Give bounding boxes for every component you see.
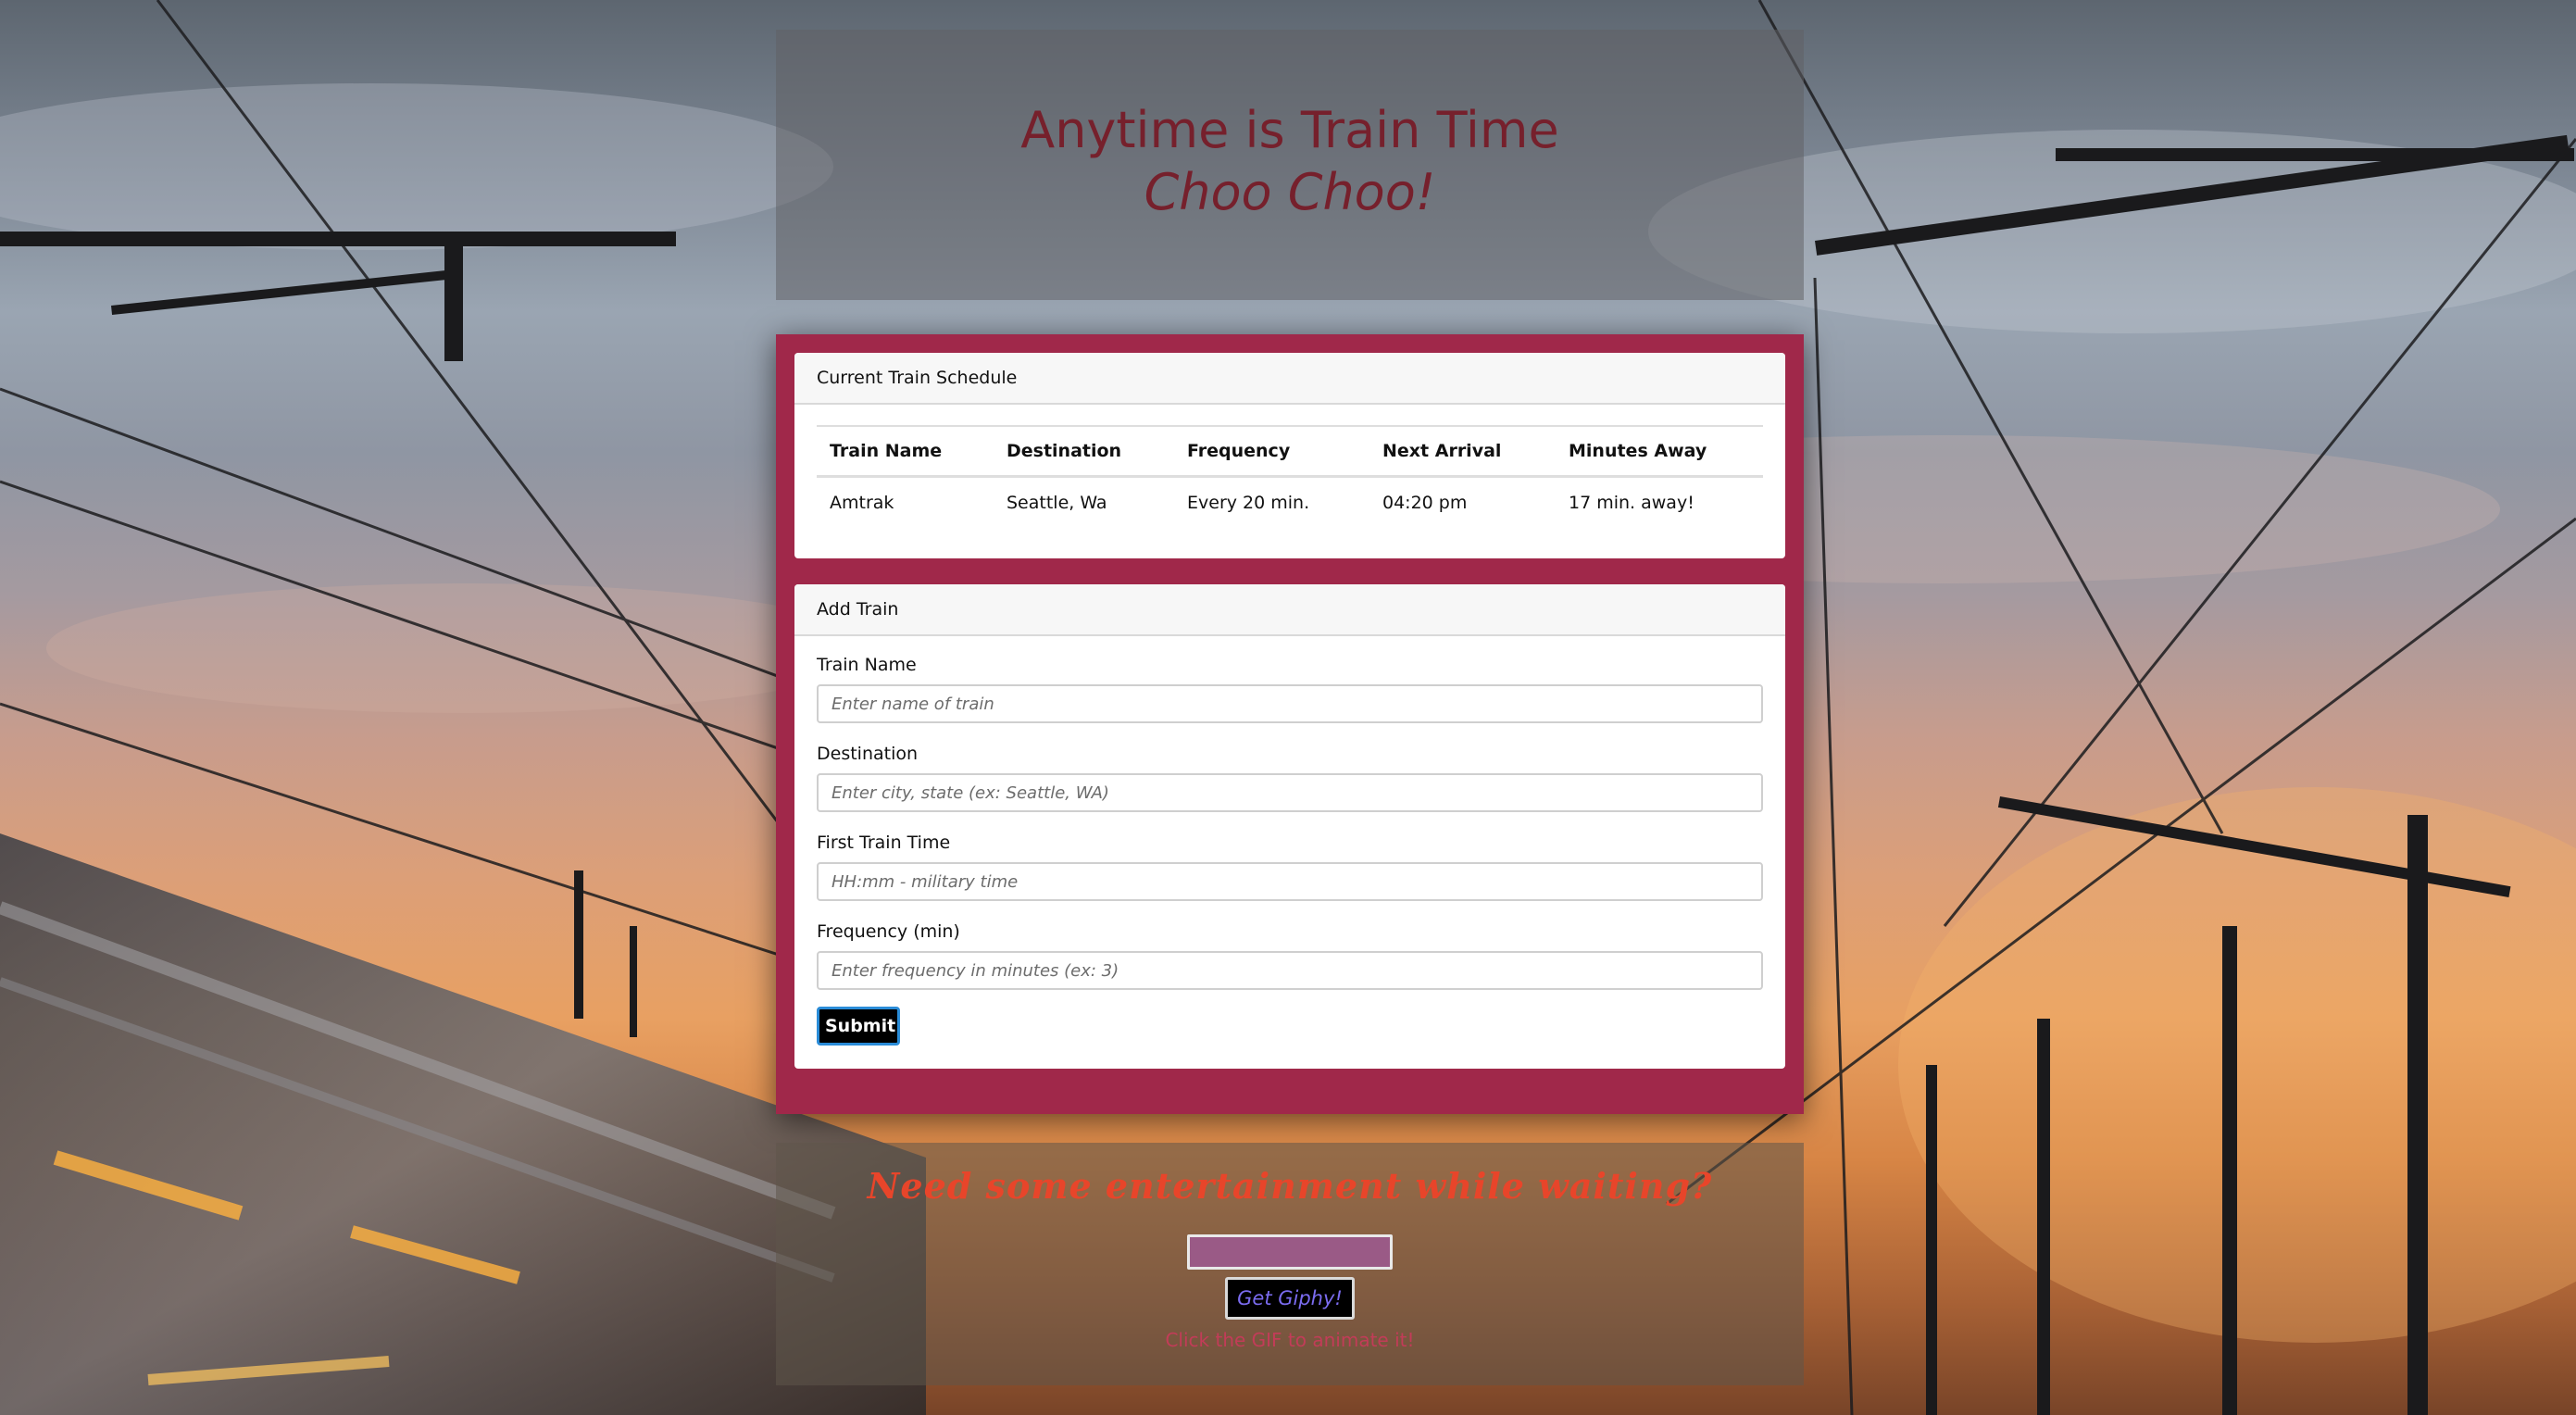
giphy-heading: Need some entertainment while waiting? — [867, 1165, 1713, 1207]
column-header-destination: Destination — [994, 425, 1174, 478]
destination-label: Destination — [817, 744, 919, 764]
column-header-train-name: Train Name — [817, 425, 994, 478]
add-train-card: Add Train Train Name Destination First T… — [794, 584, 1785, 1069]
column-header-next-arrival: Next Arrival — [1369, 425, 1556, 478]
schedule-table: Train Name Destination Frequency Next Ar… — [817, 425, 1763, 528]
first-train-time-label: First Train Time — [817, 833, 951, 853]
header-jumbotron: Anytime is Train Time Choo Choo! — [776, 30, 1804, 300]
giphy-hint: Click the GIF to animate it! — [1165, 1329, 1415, 1351]
submit-button[interactable]: Submit — [817, 1007, 900, 1046]
get-giphy-button[interactable]: Get Giphy! — [1225, 1277, 1355, 1320]
train-name-input[interactable] — [817, 684, 1763, 723]
column-header-minutes-away: Minutes Away — [1556, 425, 1763, 478]
giphy-search-input[interactable] — [1187, 1234, 1393, 1270]
add-train-form: Train Name Destination First Train Time … — [817, 653, 1763, 1046]
frequency-cell: Every 20 min. — [1187, 493, 1310, 513]
page-title: Anytime is Train Time — [1020, 101, 1559, 159]
table-row: Amtrak Seattle, Wa Every 20 min. 04:20 p… — [817, 477, 1763, 529]
train-name-label: Train Name — [817, 655, 917, 675]
minutes-away-cell: 17 min. away! — [1569, 493, 1694, 513]
giphy-section: Need some entertainment while waiting? G… — [776, 1143, 1804, 1385]
schedule-card-header: Current Train Schedule — [794, 353, 1785, 405]
destination-input[interactable] — [817, 773, 1763, 812]
page-subtitle: Choo Choo! — [1144, 163, 1436, 222]
next-arrival-cell: 04:20 pm — [1382, 493, 1468, 513]
destination-cell: Seattle, Wa — [1007, 493, 1107, 513]
train-name-cell: Amtrak — [830, 493, 894, 513]
frequency-input[interactable] — [817, 951, 1763, 990]
frequency-label: Frequency (min) — [817, 921, 960, 942]
add-train-card-header: Add Train — [794, 584, 1785, 636]
schedule-card: Current Train Schedule Train Name Destin… — [794, 353, 1785, 558]
table-header-row: Train Name Destination Frequency Next Ar… — [817, 425, 1763, 478]
main-panel: Current Train Schedule Train Name Destin… — [776, 334, 1804, 1114]
column-header-frequency: Frequency — [1174, 425, 1369, 478]
first-train-time-input[interactable] — [817, 862, 1763, 901]
